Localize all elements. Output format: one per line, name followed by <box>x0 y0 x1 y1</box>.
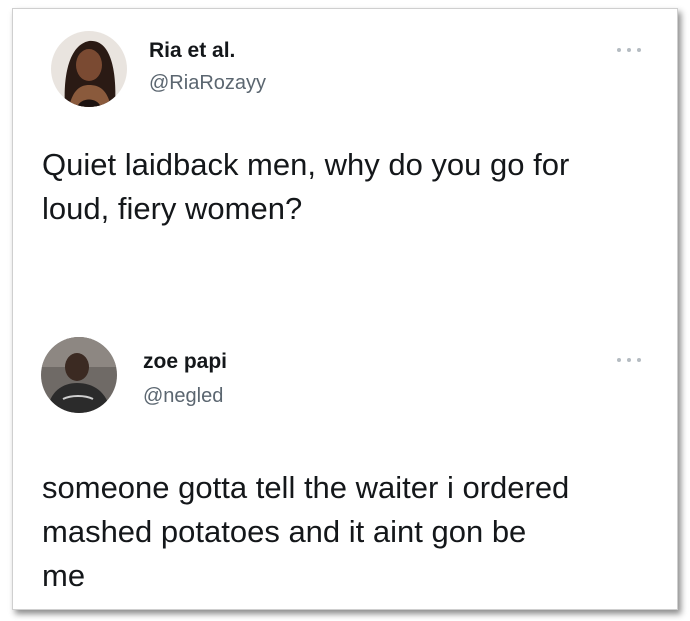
screenshot-frame: Ria et al. @RiaRozayy Quiet laidback men… <box>12 8 678 610</box>
avatar[interactable] <box>51 31 127 107</box>
more-horizontal-icon[interactable] <box>617 45 641 55</box>
display-name[interactable]: zoe papi <box>143 350 227 374</box>
display-name[interactable]: Ria et al. <box>149 39 235 63</box>
user-handle[interactable]: @negled <box>143 385 223 408</box>
tweet-text: Quiet laidback men, why do you go for lo… <box>42 143 662 231</box>
more-horizontal-icon[interactable] <box>617 355 641 365</box>
tweet-card[interactable]: Ria et al. @RiaRozayy Quiet laidback men… <box>13 9 677 309</box>
dot <box>617 358 621 362</box>
dot <box>617 48 621 52</box>
user-handle[interactable]: @RiaRozayy <box>149 72 266 95</box>
avatar-image <box>41 337 117 413</box>
avatar[interactable] <box>41 337 117 413</box>
dot <box>637 358 641 362</box>
dot <box>637 48 641 52</box>
tweet-text-line: Quiet laidback men, why do you go for <box>42 147 570 182</box>
tweet-card[interactable]: zoe papi @negled someone gotta tell the … <box>13 325 677 609</box>
tweet-text-line: mashed potatoes and it aint gon be <box>42 514 527 549</box>
tweet-text: someone gotta tell the waiter i ordered … <box>42 466 662 598</box>
tweet-text-line: me <box>42 558 86 593</box>
tweet-text-line: someone gotta tell the waiter i ordered <box>42 470 570 505</box>
tweet-text-line: loud, fiery women? <box>42 191 303 226</box>
avatar-image <box>51 31 127 107</box>
dot <box>627 48 631 52</box>
dot <box>627 358 631 362</box>
